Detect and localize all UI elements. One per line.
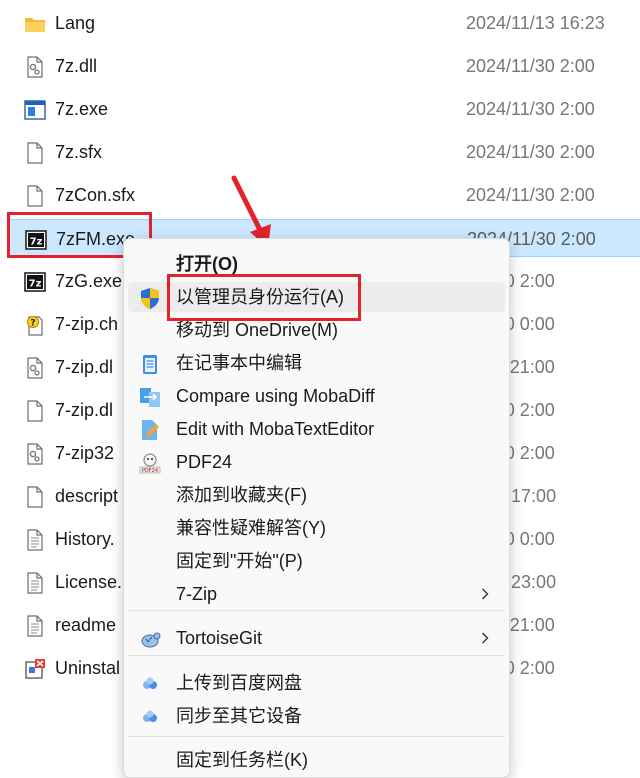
file-name: 7-zip.dl (55, 357, 114, 377)
file-name: 7z.sfx (55, 142, 103, 162)
menu-item-pin-taskbar[interactable]: 固定到任务栏(K) (128, 745, 505, 775)
file-date: 2024/11/30 2:00 (466, 185, 595, 205)
menu-item-label: 添加到收藏夹(F) (176, 485, 307, 505)
menu-item-label: 兼容性疑难解答(Y) (176, 518, 326, 538)
uac-shield-icon (141, 288, 159, 309)
text-file-icon (24, 615, 46, 637)
file-row-7z-sfx[interactable]: 7z.sfx 2024/11/30 2:00 (8, 133, 640, 171)
file-row-7zcon-sfx[interactable]: 7zCon.sfx 2024/11/30 2:00 (8, 176, 640, 214)
blank-file-icon (24, 486, 46, 508)
menu-item-label: 同步至其它设备 (176, 706, 302, 726)
menu-item-label: 在记事本中编辑 (176, 353, 302, 373)
file-row-7z-dll[interactable]: 7z.dll 2024/11/30 2:00 (8, 47, 640, 85)
dll-gear-icon (24, 443, 46, 465)
text-file-icon (24, 572, 46, 594)
baidu-sync-icon (143, 710, 157, 722)
menu-item-label: 固定到任务栏(K) (176, 750, 308, 770)
menu-item-pin-start[interactable]: 固定到"开始"(P) (128, 546, 505, 576)
menu-item-edit-notepad[interactable]: 在记事本中编辑 (128, 348, 505, 378)
mobatexteditor-icon (142, 420, 159, 440)
svg-text:PDF24: PDF24 (142, 468, 158, 474)
file-name: 7z.exe (55, 99, 109, 119)
file-date: 2024/11/13 16:23 (466, 13, 605, 33)
file-date: 2024/11/30 2:00 (466, 56, 595, 76)
file-name: Uninstal (55, 658, 121, 678)
menu-item-label: PDF24 (176, 452, 233, 472)
menu-item-add-favorites[interactable]: 添加到收藏夹(F) (128, 480, 505, 510)
file-date: 2024/11/30 2:00 (466, 99, 595, 119)
file-name: 7z.dll (55, 56, 98, 76)
file-name: 7zCon.sfx (55, 185, 136, 205)
dll-gear-icon (24, 357, 46, 379)
file-name: 7zG.exe (55, 271, 123, 291)
menu-item-compat-troubleshoot[interactable]: 兼容性疑难解答(Y) (128, 513, 505, 543)
exe-window-icon (24, 99, 46, 121)
menu-item-upload-baidu[interactable]: 上传到百度网盘 (128, 668, 505, 698)
file-name: License. (55, 572, 123, 592)
pdf24-icon: PDF24 (139, 453, 161, 474)
menu-item-label: Compare using MobaDiff (176, 386, 375, 406)
tortoisegit-icon (141, 632, 161, 648)
menu-item-label: 固定到"开始"(P) (176, 551, 303, 571)
text-file-icon (24, 529, 46, 551)
mobadiff-icon (140, 388, 160, 407)
menu-item-compare-mobadiff[interactable]: Compare using MobaDiff (128, 381, 505, 411)
menu-item-pdf24[interactable]: PDF24 PDF24 (128, 447, 505, 477)
annotation-box-run-as-admin (167, 274, 361, 321)
file-name: 7-zip32 (55, 443, 115, 463)
menu-item-sync-devices[interactable]: 同步至其它设备 (128, 701, 505, 731)
file-name: descript (55, 486, 119, 506)
menu-item-label: Edit with MobaTextEditor (176, 419, 375, 439)
chevron-right-icon (481, 632, 489, 644)
notepad-icon (143, 355, 157, 374)
chevron-right-icon (481, 588, 489, 600)
menu-item-label: 7-Zip (176, 584, 218, 604)
folder-icon (24, 13, 46, 35)
blank-file-icon (24, 185, 46, 207)
file-name: 7-zip.dl (55, 400, 114, 420)
file-row-lang[interactable]: Lang 2024/11/13 16:23 (8, 4, 640, 42)
file-name: readme (55, 615, 117, 635)
uninstall-icon (24, 658, 46, 680)
file-date: 2024/11/30 2:00 (466, 142, 595, 162)
file-row-7z-exe[interactable]: 7z.exe 2024/11/30 2:00 (8, 90, 640, 128)
7z-app-icon (24, 271, 46, 293)
menu-item-label: TortoiseGit (176, 628, 263, 648)
blank-file-icon (24, 400, 46, 422)
menu-item-label: 上传到百度网盘 (176, 673, 302, 693)
dll-gear-icon (24, 56, 46, 78)
menu-separator (128, 610, 505, 611)
menu-separator (128, 736, 505, 737)
file-name: 7-zip.ch (55, 314, 119, 334)
chm-help-icon (24, 314, 46, 336)
menu-item-edit-mobatexteditor[interactable]: Edit with MobaTextEditor (128, 414, 505, 444)
baidu-netdisk-icon (143, 677, 157, 689)
menu-item-7zip[interactable]: 7-Zip (128, 579, 505, 609)
file-name: Lang (55, 13, 96, 33)
menu-item-tortoisegit[interactable]: TortoiseGit (128, 623, 505, 653)
menu-separator (128, 655, 505, 656)
blank-file-icon (24, 142, 46, 164)
file-name: History. (55, 529, 115, 549)
